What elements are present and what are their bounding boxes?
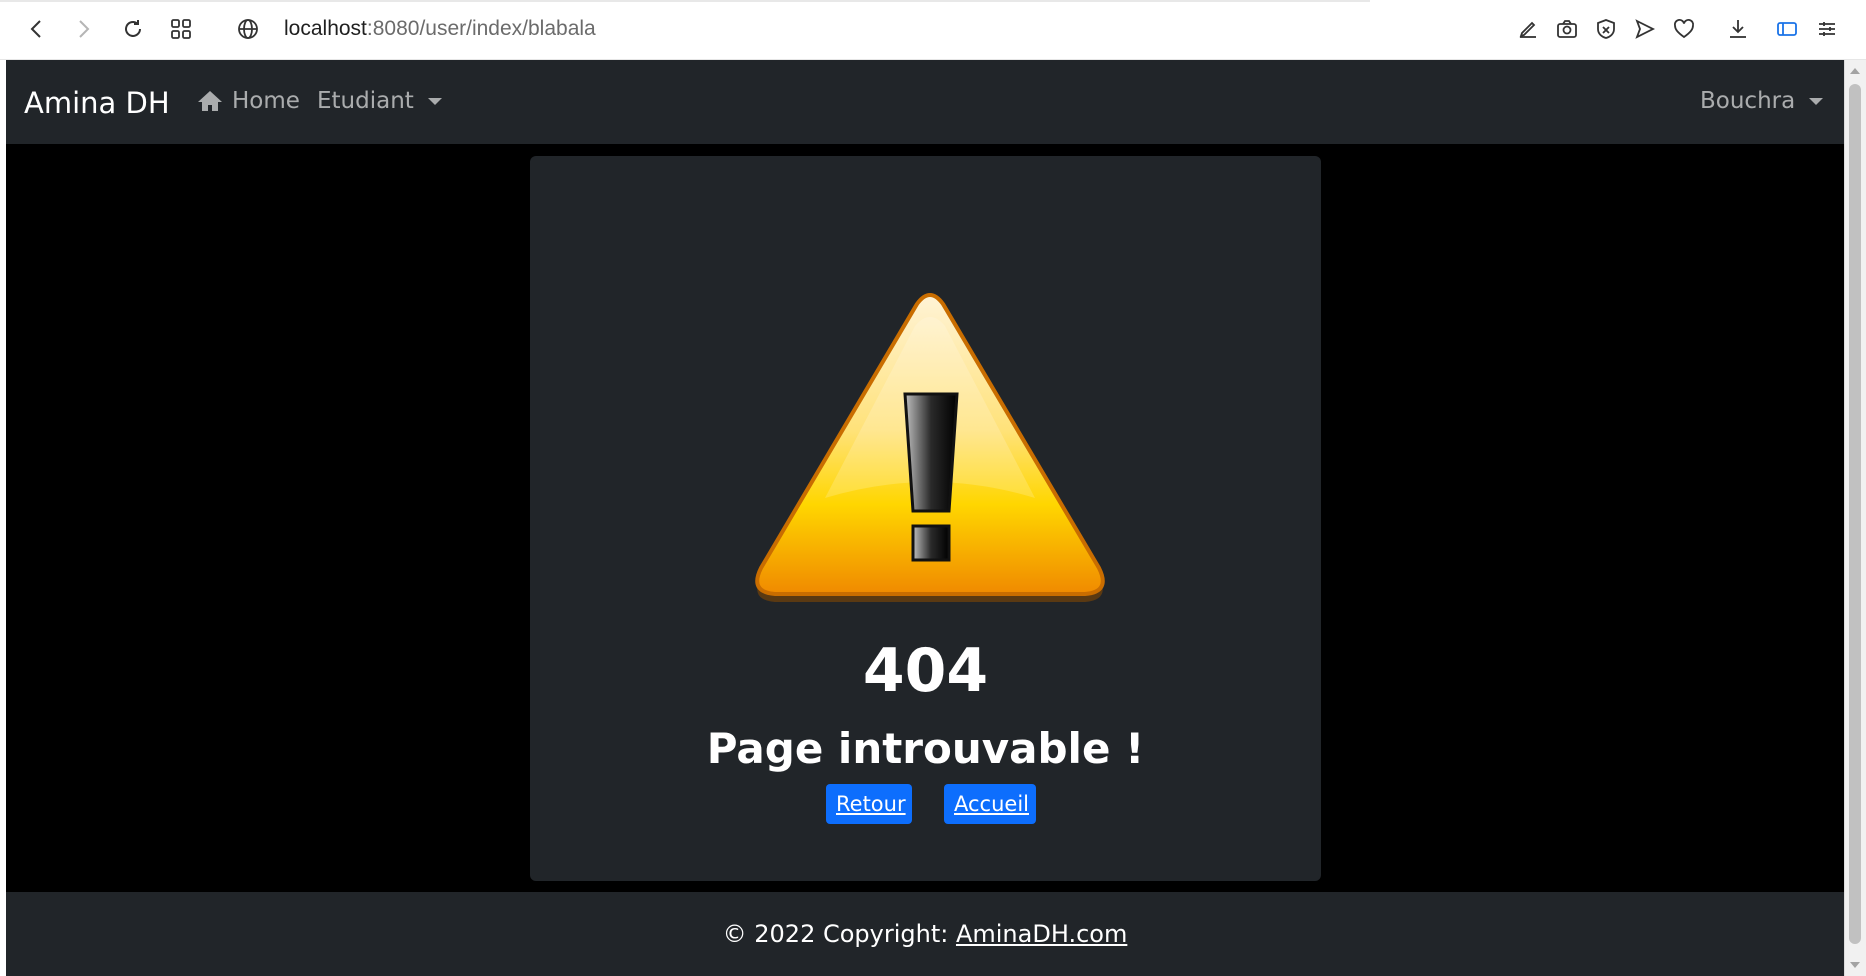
- error-code: 404: [862, 636, 989, 706]
- navbar-brand[interactable]: Amina DH: [24, 86, 170, 120]
- back-button[interactable]: Retour: [826, 784, 912, 824]
- home-button[interactable]: Accueil: [944, 784, 1036, 824]
- nav-etudiant-dropdown[interactable]: Etudiant: [317, 88, 442, 114]
- footer-site-link[interactable]: AminaDH.com: [956, 920, 1127, 948]
- navbar: Amina DH Home Etudiant Bouchra: [6, 60, 1844, 144]
- nav-user-label: Bouchra: [1700, 88, 1796, 114]
- nav-etudiant-label: Etudiant: [317, 88, 414, 114]
- page-viewport: Amina DH Home Etudiant Bouchra 404 Page …: [6, 60, 1844, 976]
- menu-icon[interactable]: [1812, 14, 1842, 44]
- nav-home-label: Home: [232, 88, 300, 114]
- sidebar-icon[interactable]: [1772, 14, 1802, 44]
- address-bar[interactable]: localhost:8080/user/index/blabala: [284, 17, 596, 41]
- grid-icon[interactable]: [166, 14, 196, 44]
- footer: © 2022 Copyright: AminaDH.com: [6, 892, 1844, 976]
- url-host: localhost: [284, 17, 367, 40]
- nav-home-link[interactable]: Home: [196, 88, 300, 114]
- nav-user-dropdown[interactable]: Bouchra: [1700, 88, 1824, 114]
- back-icon[interactable]: [22, 14, 52, 44]
- footer-copyright-prefix: © 2022 Copyright:: [722, 920, 956, 948]
- error-card: 404 Page introuvable ! Retour Accueil: [530, 156, 1321, 881]
- caret-down-icon: [427, 97, 442, 105]
- error-message: Page introuvable !: [706, 724, 1145, 773]
- forward-icon[interactable]: [68, 14, 98, 44]
- url-path: :8080/user/index/blabala: [366, 17, 596, 40]
- home-icon: [198, 91, 222, 111]
- scroll-down-arrow-icon[interactable]: [1850, 962, 1860, 968]
- heart-icon[interactable]: [1669, 14, 1699, 44]
- warning-icon: [755, 293, 1105, 602]
- caret-down-icon: [1809, 97, 1824, 105]
- browser-toolbar: localhost:8080/user/index/blabala: [0, 0, 1866, 60]
- shield-icon[interactable]: [1591, 14, 1621, 44]
- download-icon[interactable]: [1723, 14, 1753, 44]
- footer-copyright: © 2022 Copyright: AminaDH.com: [6, 920, 1844, 948]
- reload-icon[interactable]: [118, 14, 148, 44]
- tab-strip: [0, 0, 1370, 2]
- camera-icon[interactable]: [1552, 14, 1582, 44]
- vertical-scrollbar[interactable]: [1844, 60, 1866, 976]
- send-icon[interactable]: [1630, 14, 1660, 44]
- scroll-up-arrow-icon[interactable]: [1850, 68, 1860, 74]
- scrollbar-thumb[interactable]: [1849, 84, 1861, 944]
- globe-icon[interactable]: [233, 14, 263, 44]
- edit-icon[interactable]: [1513, 14, 1543, 44]
